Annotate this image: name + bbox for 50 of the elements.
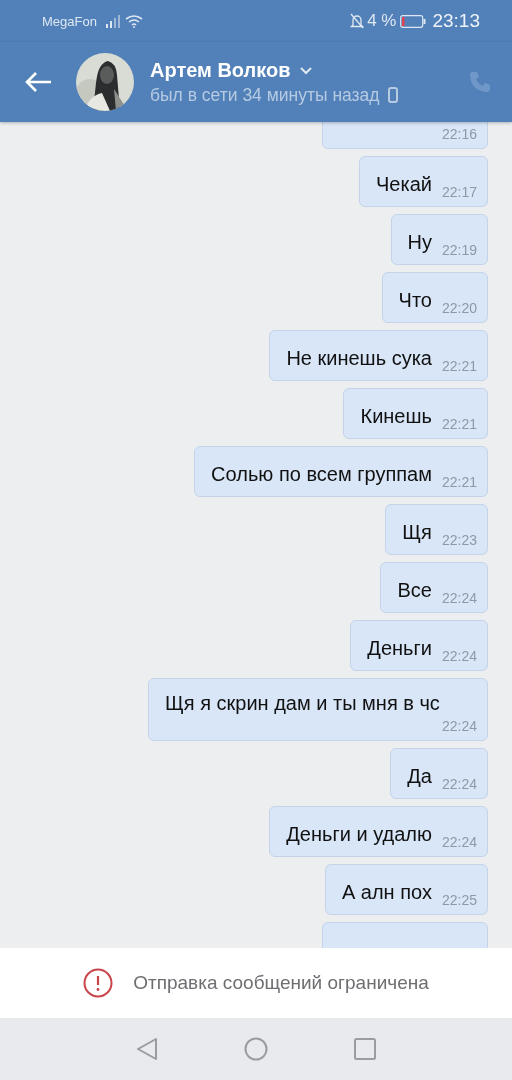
phone-icon [468,70,492,94]
back-nav-button[interactable] [136,1037,158,1061]
message-time: 22:21 [441,358,477,375]
carrier-name: MegaFon [42,13,97,29]
signal-icon [104,14,121,28]
message-text: Все [397,578,432,603]
message-text: Что [398,288,432,313]
contact-name[interactable]: Артем Волков [150,58,291,82]
battery-icon [400,14,427,28]
mobile-phone-icon [387,87,398,103]
square-icon [354,1038,376,1060]
message-text: Да [407,764,432,789]
back-triangle-icon [136,1037,158,1061]
message-time: 22:17 [441,184,477,201]
message-time: 22:19 [441,242,477,259]
message-text: Щя я скрин дам и ты мня в чс [165,691,441,716]
message-time: 22:20 [441,300,477,317]
clock-time: 23:13 [432,10,480,32]
bell-off-icon [350,13,365,29]
message-time: 22:24 [441,718,477,735]
restriction-notice: Отправка сообщений ограничена [133,972,429,994]
chevron-down-icon[interactable] [298,65,313,75]
message-time: 22:25 [441,892,477,909]
message-text: Ну [407,230,432,255]
message-text: Деньги [367,636,432,661]
message-time: 22:23 [441,532,477,549]
battery-percent: 4 % [367,11,397,31]
message-time: 22:24 [441,776,477,793]
warning-icon [83,968,114,998]
last-seen-status: был в сети 34 минуты назад [150,84,380,106]
message-time: 22:24 [441,834,477,851]
message-text: Солью по всем группам [211,462,432,487]
message-text: Чекай [376,172,432,197]
back-button[interactable] [24,71,52,93]
wifi-icon [124,14,143,28]
message-time: 22:21 [441,474,477,491]
message-time: 22:24 [441,590,477,607]
message-time: 22:24 [441,648,477,665]
back-arrow-icon [24,71,52,93]
call-button[interactable] [468,70,492,94]
message-text: Не кинешь сука [286,346,432,371]
message-time: 22:16 [441,126,477,143]
recent-apps-button[interactable] [354,1038,376,1060]
message-text: Кинешь [360,404,432,429]
message-text: Щя [402,520,432,545]
home-button[interactable] [244,1037,268,1061]
home-circle-icon [244,1037,268,1061]
message-time: 22:21 [441,416,477,433]
message-text: А алн пох [341,880,432,905]
message-text: Деньги и удалю [286,822,432,847]
